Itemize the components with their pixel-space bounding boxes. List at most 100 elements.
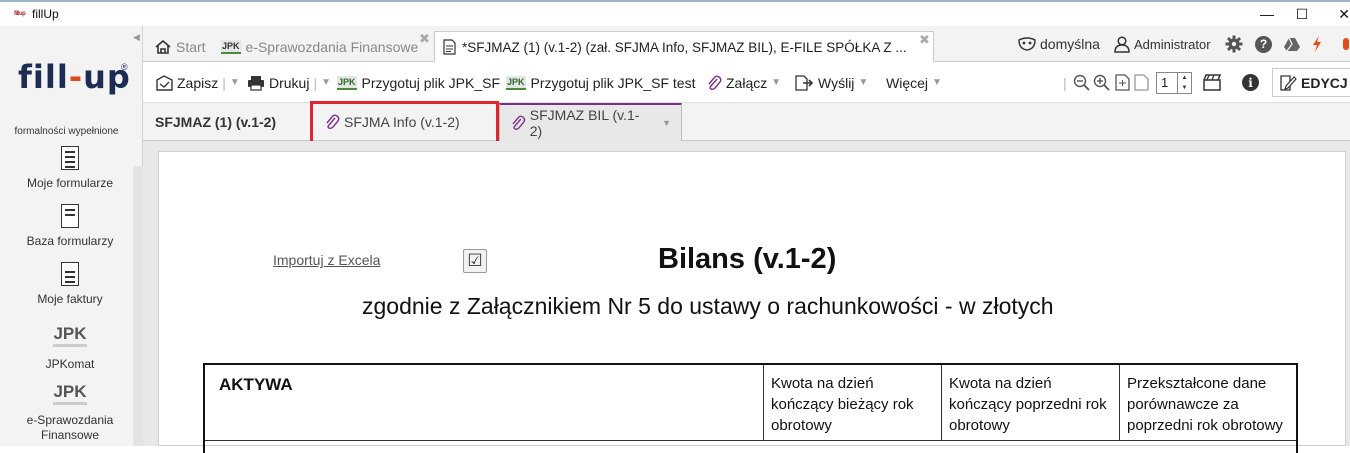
chevron-down-icon[interactable]: ▼ xyxy=(662,118,671,128)
settings-button[interactable] xyxy=(1225,26,1243,62)
user-icon xyxy=(1114,35,1130,53)
annotation-highlight-box xyxy=(310,101,499,144)
printer-icon xyxy=(248,75,264,91)
sidebar: fill-up ® formalności wypełnione Moje fo… xyxy=(0,26,143,446)
title-bar: fillup fillUp — ☐ ✕ xyxy=(0,2,1350,26)
user-name: Administrator xyxy=(1134,36,1211,52)
mask-icon xyxy=(1018,37,1036,51)
paperclip-icon xyxy=(512,115,526,130)
fit-page-icon xyxy=(1115,74,1130,91)
prepare-jpk-sf-button[interactable]: JPK Przygotuj plik JPK_SF xyxy=(337,62,500,103)
chevron-down-icon[interactable]: ▼ xyxy=(858,77,868,88)
subtab-label: SFJMAZ BIL (v.1-2) xyxy=(529,107,640,139)
sidebar-item-moje-faktury[interactable]: Moje faktury xyxy=(0,262,140,306)
table-row-divider xyxy=(205,440,1296,441)
send-icon xyxy=(795,74,814,91)
chevron-down-icon[interactable]: ▼ xyxy=(771,77,781,88)
table-header-aktywa: AKTYWA xyxy=(205,365,764,440)
help-button[interactable]: ? xyxy=(1255,26,1272,62)
sidebar-item-baza-formularzy[interactable]: Baza formularzy xyxy=(0,204,140,248)
save-button[interactable]: Zapisz | ▼ xyxy=(156,62,240,103)
help-icon: ? xyxy=(1255,35,1272,53)
more-label: Więcej xyxy=(886,74,929,91)
blank-page-button[interactable] xyxy=(1134,62,1149,103)
save-label: Zapisz xyxy=(177,74,219,91)
zoom-out-button[interactable] xyxy=(1073,62,1090,103)
send-button[interactable]: Wyślij ▼ xyxy=(794,62,868,103)
drive-button[interactable] xyxy=(1283,26,1301,62)
tab-sfjmaz-document[interactable]: *SFJMAZ (1) (v.1-2) (zał. SFJMA Info, SF… xyxy=(434,31,934,62)
close-window-button[interactable]: ✕ xyxy=(1322,2,1350,26)
page-number-control[interactable]: 1 ▲ ▼ xyxy=(1156,62,1192,103)
profile-selector[interactable]: domyślna xyxy=(1018,26,1100,62)
tab-scroll-left-icon[interactable]: ◀ xyxy=(133,32,140,43)
jpk-icon: JPK xyxy=(337,75,357,90)
chevron-down-icon[interactable]: ▼ xyxy=(932,77,942,88)
send-label: Wyślij xyxy=(818,74,855,91)
logo: fill-up xyxy=(18,58,131,96)
gear-icon xyxy=(1225,35,1243,53)
attach-button[interactable]: Załącz ▼ xyxy=(706,62,781,103)
jpk-icon: JPK xyxy=(53,324,87,347)
more-tabbar-icon[interactable] xyxy=(1343,26,1349,62)
import-excel-link[interactable]: Importuj z Excela xyxy=(273,252,380,268)
logo-registered-mark: ® xyxy=(121,62,128,72)
prepare-jpk-sf-test-button[interactable]: JPK Przygotuj plik JPK_SF test xyxy=(506,62,695,103)
toolbar: Zapisz | ▼ Drukuj | ▼ JPK Przygotuj plik JPK… xyxy=(143,62,1350,103)
document-list-icon xyxy=(61,204,79,228)
flash-icon xyxy=(1313,36,1321,52)
window-title: fillUp xyxy=(32,7,59,21)
close-tab-icon[interactable]: ✖ xyxy=(919,32,930,48)
subtab-sfjmaz[interactable]: SFJMAZ (1) (v.1-2) xyxy=(155,103,276,141)
zoom-in-button[interactable] xyxy=(1093,62,1110,103)
clapperboard-icon xyxy=(1203,74,1222,91)
chevron-down-icon[interactable]: ▼ xyxy=(230,77,240,88)
sidebar-scrollbar[interactable] xyxy=(133,166,143,446)
jpk-icon: JPK xyxy=(506,75,526,90)
import-checkbox[interactable]: ☑ xyxy=(463,249,487,273)
clapper-button[interactable] xyxy=(1203,62,1222,103)
sidebar-item-label: Moje formularze xyxy=(26,176,114,190)
sidebar-item-label: JPKomat xyxy=(45,357,95,371)
document-list-icon xyxy=(61,146,79,170)
table-header-transformed-data: Przekształcone dane porównawcze za poprz… xyxy=(1127,375,1283,434)
sidebar-item-moje-formularze[interactable]: Moje formularze xyxy=(0,146,140,190)
user-menu[interactable]: Administrator xyxy=(1114,26,1211,62)
fit-page-button[interactable] xyxy=(1115,62,1130,103)
edit-label: EDYCJ xyxy=(1301,74,1348,91)
blank-page-icon xyxy=(1134,74,1149,91)
more-button[interactable]: Więcej ▼ xyxy=(886,62,942,103)
subtab-sfjmaz-bil[interactable]: SFJMAZ BIL (v.1-2) ▼ xyxy=(499,103,682,141)
spinner-up-icon: ▲ xyxy=(1181,74,1188,81)
table-header-current-year: Kwota na dzień kończący bieżący rok obro… xyxy=(764,365,942,440)
page-spinner[interactable]: ▲ ▼ xyxy=(1178,71,1192,94)
print-label: Drukuj xyxy=(269,74,310,91)
jpk-icon: JPK xyxy=(221,39,241,54)
sidebar-item-e-sprawozdania[interactable]: JPK e-Sprawozdania Finansowe xyxy=(0,382,140,443)
logo-tagline: formalności wypełnione xyxy=(14,126,119,137)
profile-name: domyślna xyxy=(1040,36,1100,52)
edit-mode-button[interactable]: EDYCJ xyxy=(1272,68,1350,97)
tab-e-sprawozdania[interactable]: JPK e-Sprawozdania Finansowe ✖ xyxy=(213,31,431,62)
document-list-icon xyxy=(61,262,79,286)
tab-label: *SFJMAZ (1) (v.1-2) (zał. SFJMA Info, SF… xyxy=(462,39,907,55)
zoom-in-icon xyxy=(1093,74,1110,91)
prepare-label: Przygotuj plik JPK_SF xyxy=(361,74,501,91)
document-icon xyxy=(443,39,456,55)
edit-icon xyxy=(1280,74,1297,91)
jpk-icon: JPK xyxy=(53,382,87,405)
print-button[interactable]: Drukuj | ▼ xyxy=(247,62,331,103)
page-number-input[interactable]: 1 xyxy=(1156,71,1178,94)
drive-icon xyxy=(1284,37,1300,51)
maximize-button[interactable]: ☐ xyxy=(1279,2,1325,26)
sidebar-item-jpkomat[interactable]: JPK JPKomat xyxy=(0,324,140,371)
chevron-down-icon[interactable]: ▼ xyxy=(321,77,331,88)
toolbar-separator: | xyxy=(1063,74,1067,91)
close-tab-icon[interactable]: ✖ xyxy=(419,31,430,47)
tab-start[interactable]: Start xyxy=(147,31,214,62)
tab-bar: ◀ Start JPK e-Sprawozdania Finansowe ✖ *… xyxy=(133,26,1350,62)
spinner-down-icon: ▼ xyxy=(1181,84,1188,91)
save-icon xyxy=(156,74,173,91)
flash-button[interactable] xyxy=(1311,26,1323,62)
info-button[interactable]: i xyxy=(1242,62,1259,103)
